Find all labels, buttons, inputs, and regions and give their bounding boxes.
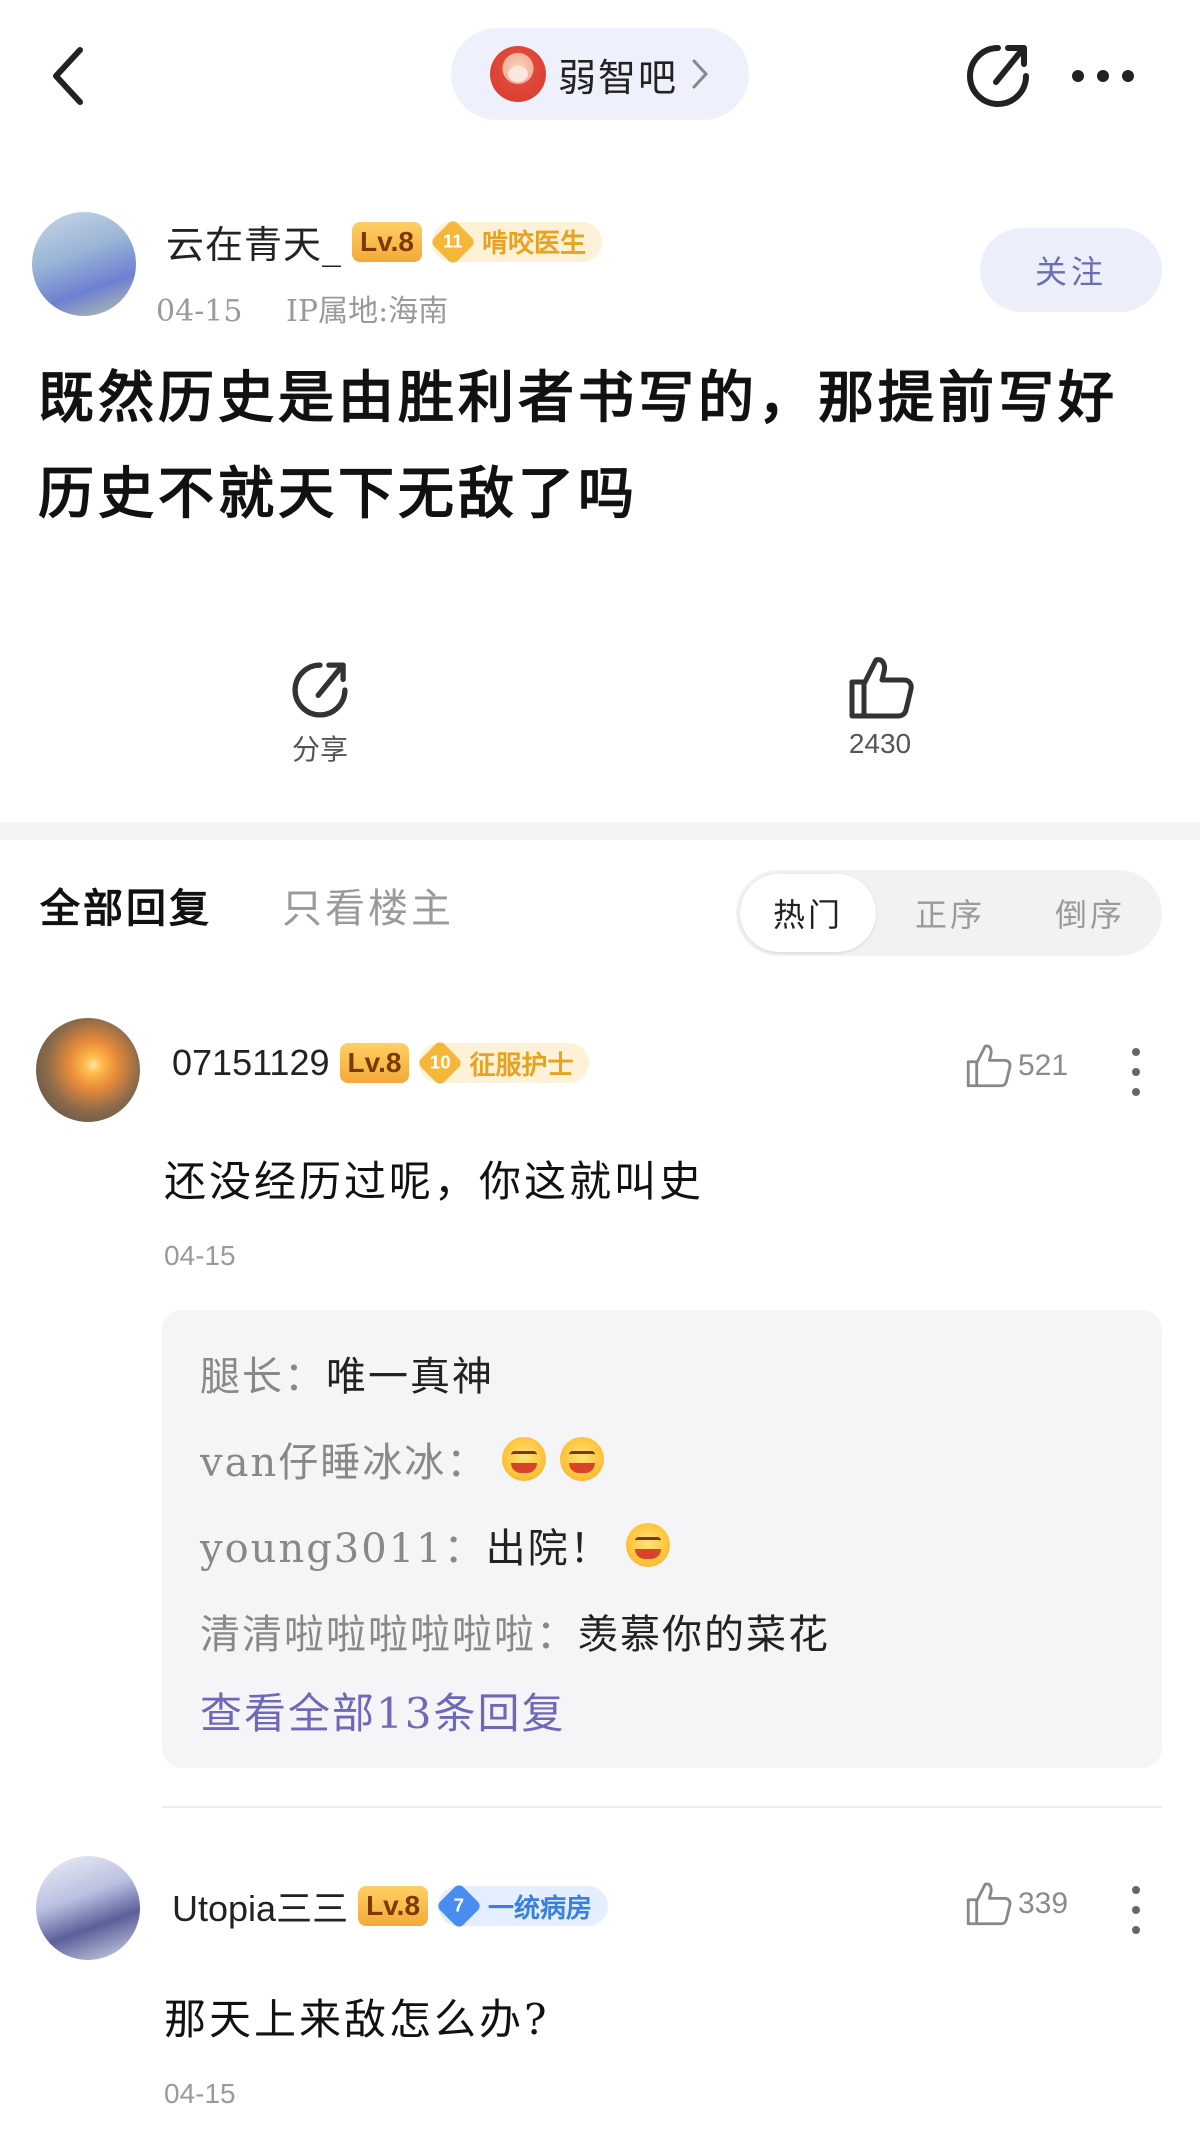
comment-badge-number: 10 bbox=[430, 1052, 451, 1074]
tab-op-only[interactable]: 只看楼主 bbox=[282, 876, 454, 934]
comment-date: 04-15 bbox=[164, 1240, 236, 1271]
comment-level-badge: Lv.8 bbox=[339, 1043, 410, 1083]
comment-text: 那天上来敌怎么办? bbox=[164, 1995, 550, 2044]
smile-emoji-icon bbox=[625, 1523, 670, 1567]
thumbs-up-icon bbox=[849, 657, 914, 719]
share-action[interactable]: 分享 bbox=[270, 658, 370, 768]
comment-title-badge: 7 一统病房 bbox=[435, 1882, 609, 1930]
author-header: 云在青天_ Lv.8 11 啃咬医生 bbox=[166, 214, 602, 269]
post-meta: 04-15 IP属地:海南 bbox=[156, 286, 448, 330]
thumbs-up-icon bbox=[966, 1882, 1012, 1926]
grin-emoji-icon bbox=[560, 1437, 605, 1481]
view-all-replies-link[interactable]: 查看全部13条回复 bbox=[200, 1680, 565, 1741]
reply-line: van仔睡冰冰： bbox=[200, 1430, 605, 1488]
author-badge-title: 啃咬医生 bbox=[481, 229, 586, 259]
comment-badge-title: 一统病房 bbox=[488, 1893, 593, 1924]
comment-avatar[interactable] bbox=[36, 1018, 140, 1122]
reply-line: 清清啦啦啦啦啦啦： 羡慕你的菜花 bbox=[200, 1602, 830, 1660]
comment-more-button[interactable] bbox=[1130, 1048, 1142, 1108]
post-ip: IP属地:海南 bbox=[286, 294, 449, 329]
comment-date: 04-15 bbox=[164, 2078, 236, 2109]
comment-more-button[interactable] bbox=[1130, 1886, 1142, 1946]
comment-header: 07151129 Lv.8 10 征服护士 bbox=[172, 1039, 590, 1087]
reply-text: 出院！ bbox=[485, 1526, 612, 1572]
comment-header: Utopia三三 Lv.8 7 一统病房 bbox=[172, 1880, 609, 1932]
comment-like-button[interactable]: 339 bbox=[964, 1880, 1068, 1928]
more-options-button[interactable] bbox=[1068, 56, 1138, 96]
section-divider bbox=[0, 822, 1200, 840]
sort-toggle: 热门 正序 倒序 bbox=[736, 870, 1162, 956]
reply-user[interactable]: van仔睡冰冰： bbox=[200, 1430, 488, 1488]
comment-divider bbox=[162, 1806, 1162, 1808]
more-icon bbox=[1132, 1048, 1140, 1056]
reply-text: 羡慕你的菜花 bbox=[578, 1612, 830, 1658]
author-level-badge: Lv.8 bbox=[352, 221, 422, 262]
comment-avatar[interactable] bbox=[36, 1856, 140, 1960]
comment-like-count: 521 bbox=[1018, 1049, 1069, 1082]
comment-badge-title: 征服护士 bbox=[469, 1050, 574, 1081]
author-title-badge: 11 啃咬医生 bbox=[429, 218, 602, 265]
author-badge-number: 11 bbox=[443, 230, 463, 252]
comment-level-badge: Lv.8 bbox=[358, 1886, 429, 1926]
post-title: 既然历史是由胜利者书写的，那提前写好历史不就天下无敌了吗 bbox=[38, 365, 1118, 527]
share-button-top[interactable] bbox=[962, 40, 1034, 112]
share-icon bbox=[967, 45, 1029, 107]
chevron-left-icon bbox=[53, 47, 83, 105]
comment-user[interactable]: Utopia三三 bbox=[172, 1880, 348, 1932]
reply-user[interactable]: 清清啦啦啦啦啦啦： bbox=[200, 1602, 578, 1660]
comment-badge-number: 7 bbox=[453, 1895, 465, 1917]
forum-link[interactable]: 弱智吧 bbox=[451, 28, 749, 120]
comment-like-button[interactable]: 521 bbox=[964, 1042, 1068, 1090]
forum-logo bbox=[489, 46, 546, 102]
follow-button[interactable]: 关注 bbox=[980, 228, 1162, 312]
sort-descending[interactable]: 倒序 bbox=[1022, 874, 1158, 952]
back-button[interactable] bbox=[40, 36, 100, 116]
grin-emoji-icon bbox=[502, 1437, 547, 1481]
reply-preview-box[interactable]: 腿长： 唯一真神 van仔睡冰冰： young3011： 出院！ 清清啦啦啦啦啦… bbox=[162, 1310, 1162, 1768]
author-avatar[interactable] bbox=[32, 212, 136, 316]
reply-user[interactable]: young3011： bbox=[200, 1516, 486, 1574]
thumbs-up-icon bbox=[966, 1044, 1012, 1088]
share-label: 分享 bbox=[291, 733, 348, 766]
comment-text: 还没经历过呢，你这就叫史 bbox=[164, 1157, 705, 1206]
post-date: 04-15 bbox=[156, 294, 243, 329]
comment-like-count: 339 bbox=[1018, 1887, 1069, 1920]
comment-user[interactable]: 07151129 bbox=[172, 1042, 330, 1084]
more-icon bbox=[1072, 70, 1134, 82]
comment-title-badge: 10 征服护士 bbox=[417, 1039, 590, 1087]
sort-hot[interactable]: 热门 bbox=[740, 874, 876, 952]
reply-line: 腿长： 唯一真神 bbox=[200, 1344, 494, 1402]
chevron-right-icon bbox=[692, 59, 709, 89]
like-action[interactable]: 2430 bbox=[830, 654, 930, 760]
sort-ascending[interactable]: 正序 bbox=[882, 874, 1018, 952]
tab-all-replies[interactable]: 全部回复 bbox=[40, 876, 212, 934]
more-icon bbox=[1132, 1886, 1140, 1894]
reply-line: young3011： 出院！ bbox=[200, 1516, 670, 1574]
forum-name: 弱智吧 bbox=[557, 55, 678, 100]
reply-user[interactable]: 腿长： bbox=[200, 1344, 326, 1402]
reply-text: 唯一真神 bbox=[326, 1354, 494, 1400]
post-like-count: 2430 bbox=[848, 728, 912, 759]
author-name[interactable]: 云在青天_ bbox=[166, 214, 342, 269]
share-icon bbox=[292, 662, 348, 718]
